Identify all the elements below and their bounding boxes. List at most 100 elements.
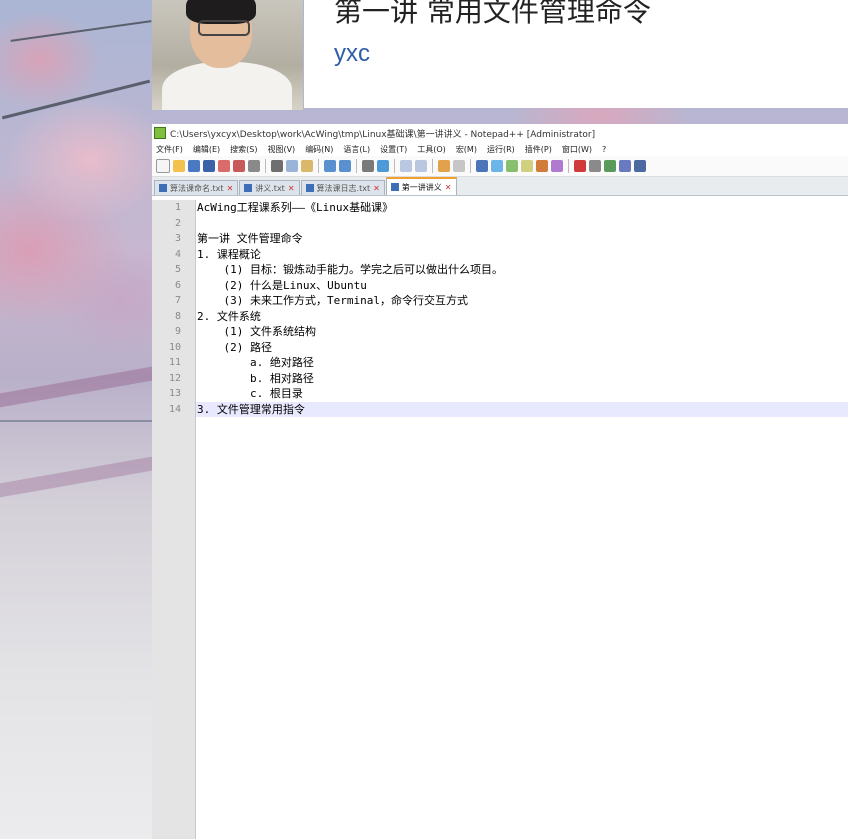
line-number: 8: [174, 310, 181, 322]
close-tab-icon[interactable]: ✕: [445, 183, 452, 192]
close-tab-icon[interactable]: ✕: [288, 184, 295, 193]
toolbar-separator: [265, 159, 266, 173]
toolbar-separator: [394, 159, 395, 173]
zoom-out-icon[interactable]: [415, 160, 427, 172]
code-line[interactable]: AcWing工程课系列——《Linux基础课》: [196, 200, 848, 216]
menu-run[interactable]: 运行(R): [487, 144, 515, 155]
code-line[interactable]: 2. 文件系统: [196, 309, 848, 325]
code-area[interactable]: AcWing工程课系列——《Linux基础课》 第一讲 文件管理命令 1. 课程…: [196, 200, 848, 417]
copy-icon[interactable]: [286, 160, 298, 172]
cut-icon[interactable]: [271, 160, 283, 172]
play-macro-icon[interactable]: [604, 160, 616, 172]
code-line[interactable]: (3) 未来工作方式，Terminal，命令行交互方式: [196, 293, 848, 309]
run-macro-multiple-icon[interactable]: [619, 160, 631, 172]
save-state-icon: [390, 183, 399, 191]
save-state-icon: [244, 184, 253, 192]
tab-label: 算法课命名.txt: [170, 183, 224, 193]
folder-workspace-icon[interactable]: [536, 160, 548, 172]
menu-tools[interactable]: 工具(O): [417, 144, 446, 155]
code-line[interactable]: (2) 什么是Linux、Ubuntu: [196, 278, 848, 294]
paste-icon[interactable]: [301, 160, 313, 172]
menu-help[interactable]: ?: [602, 145, 606, 154]
notepadpp-icon: [154, 127, 166, 139]
lecture-header: 第一讲 常用文件管理命令 yxc: [304, 0, 848, 108]
menu-language[interactable]: 语言(L): [343, 144, 370, 155]
record-macro-icon[interactable]: [574, 160, 586, 172]
code-line[interactable]: c. 根目录: [196, 386, 848, 402]
new-file-icon[interactable]: [156, 159, 170, 173]
code-line[interactable]: [196, 216, 848, 232]
wallpaper-wall: [0, 420, 152, 422]
close-tab-icon[interactable]: ✕: [227, 184, 234, 193]
tab-document[interactable]: 讲义.txt ✕: [239, 180, 300, 195]
menu-plugins[interactable]: 插件(P): [525, 144, 552, 155]
webcam-feed: [152, 0, 303, 110]
code-line[interactable]: 1. 课程概论: [196, 247, 848, 263]
lecturer-name: yxc: [334, 40, 370, 67]
line-number: 3: [174, 233, 181, 244]
save-icon[interactable]: [188, 160, 200, 172]
line-number: 12: [168, 372, 181, 384]
indent-guide-icon[interactable]: [491, 160, 503, 172]
code-line-current[interactable]: 3. 文件管理常用指令: [196, 401, 848, 417]
menu-encoding[interactable]: 编码(N): [305, 144, 333, 155]
save-state-icon: [305, 184, 314, 192]
line-number: 11: [168, 357, 181, 368]
save-state-icon: [159, 184, 167, 192]
toolbar-separator: [432, 159, 433, 173]
line-number: 9: [174, 326, 181, 337]
tab-document[interactable]: 算法课日志.txt ✕: [300, 180, 385, 195]
save-all-icon[interactable]: [203, 160, 215, 172]
window-title: C:\Users\yxcyx\Desktop\work\AcWing\tmp\L…: [170, 129, 596, 140]
print-icon[interactable]: [248, 160, 260, 172]
save-macro-icon[interactable]: [634, 160, 646, 172]
tab-label: 讲义.txt: [255, 183, 285, 193]
replace-icon[interactable]: [377, 160, 389, 172]
text-editor[interactable]: 1 2 3 4 5 6 7 8 9 10 11 12 13 14 AcWing工…: [152, 200, 848, 839]
wrap-icon[interactable]: [453, 160, 465, 172]
code-line[interactable]: (2) 路径: [196, 340, 848, 356]
notepadpp-window: C:\Users\yxcyx\Desktop\work\AcWing\tmp\L…: [152, 124, 848, 839]
redo-icon[interactable]: [339, 160, 351, 172]
menu-window[interactable]: 窗口(W): [562, 144, 592, 155]
tab-label: 第一讲讲义: [401, 182, 442, 192]
close-icon[interactable]: [218, 160, 230, 172]
menu-search[interactable]: 搜索(S): [230, 144, 257, 155]
stop-macro-icon[interactable]: [589, 160, 601, 172]
monitor-icon[interactable]: [551, 160, 563, 172]
tab-document-active[interactable]: 第一讲讲义 ✕: [385, 177, 457, 195]
find-icon[interactable]: [362, 160, 374, 172]
line-number: 5: [174, 264, 181, 275]
sync-scroll-icon[interactable]: [438, 160, 450, 172]
line-number-gutter: 1 2 3 4 5 6 7 8 9 10 11 12 13 14: [152, 200, 196, 839]
code-line[interactable]: (1) 文件系统结构: [196, 324, 848, 340]
open-file-icon[interactable]: [173, 160, 185, 172]
line-number: 14: [168, 403, 181, 415]
code-line[interactable]: (1) 目标：锻炼动手能力。学完之后可以做出什么项目。: [196, 262, 848, 278]
code-line[interactable]: b. 相对路径: [196, 371, 848, 387]
line-number: 1: [174, 202, 181, 213]
code-line[interactable]: a. 绝对路径: [196, 355, 848, 371]
menu-settings[interactable]: 设置(T): [380, 144, 407, 155]
function-list-icon[interactable]: [521, 160, 533, 172]
line-number: 7: [174, 295, 181, 306]
toolbar-separator: [470, 159, 471, 173]
toolbar-separator: [568, 159, 569, 173]
window-titlebar[interactable]: C:\Users\yxcyx\Desktop\work\AcWing\tmp\L…: [152, 124, 848, 142]
webcam-shirt: [162, 62, 292, 110]
close-tab-icon[interactable]: ✕: [373, 184, 380, 193]
menu-edit[interactable]: 编辑(E): [193, 144, 220, 155]
toolbar: [152, 156, 848, 177]
line-number: 10: [168, 341, 181, 353]
all-chars-icon[interactable]: [476, 160, 488, 172]
tab-document[interactable]: 算法课命名.txt ✕: [154, 180, 239, 195]
menu-view[interactable]: 视图(V): [267, 144, 295, 155]
menu-bar: 文件(F) 编辑(E) 搜索(S) 视图(V) 编码(N) 语言(L) 设置(T…: [152, 142, 848, 156]
close-all-icon[interactable]: [233, 160, 245, 172]
zoom-in-icon[interactable]: [400, 160, 412, 172]
menu-macro[interactable]: 宏(M): [456, 144, 477, 155]
menu-file[interactable]: 文件(F): [156, 144, 183, 155]
undo-icon[interactable]: [324, 160, 336, 172]
code-line[interactable]: 第一讲 文件管理命令: [196, 231, 848, 247]
doc-map-icon[interactable]: [506, 160, 518, 172]
